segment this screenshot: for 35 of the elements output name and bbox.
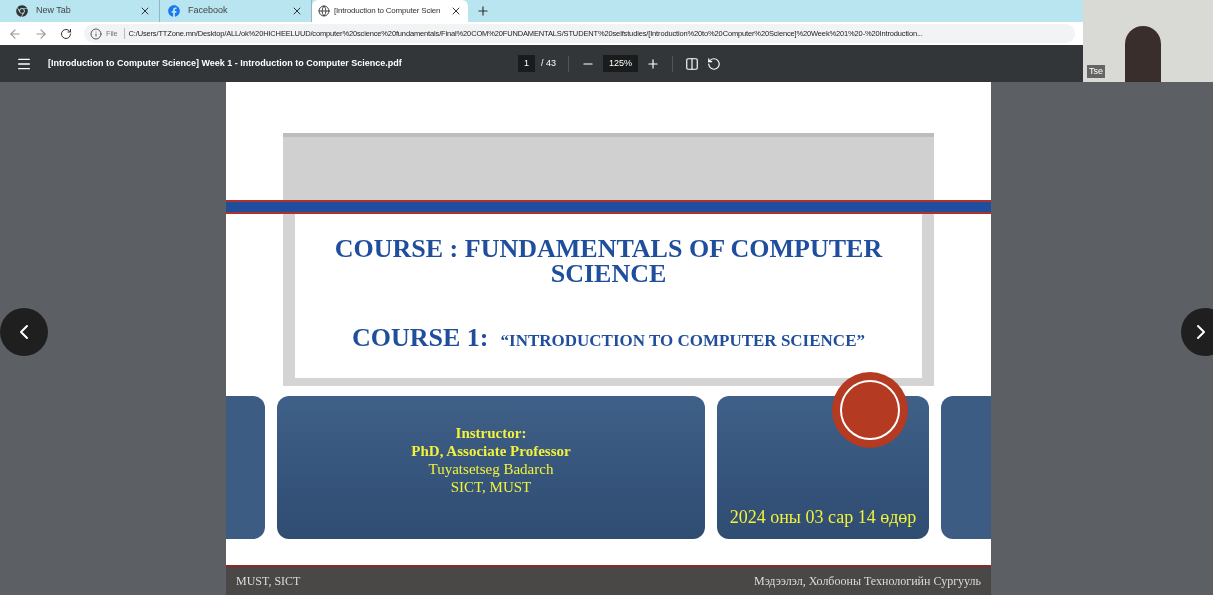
globe-icon (318, 5, 330, 17)
page-number-field[interactable]: 1 (518, 54, 535, 73)
new-tab-icon[interactable] (476, 4, 490, 18)
instructor-line: Instructor: (455, 424, 527, 442)
instructor-line: PhD, Associate Professor (411, 442, 571, 460)
tab-title: Facebook (188, 4, 229, 18)
tab-title: [Introduction to Computer Scien (334, 5, 442, 17)
fit-page-icon[interactable] (685, 56, 700, 71)
zoom-in-icon[interactable] (646, 56, 661, 71)
rotate-icon[interactable] (707, 56, 722, 71)
browser-logo-icon (16, 5, 28, 17)
browser-tab[interactable]: [Introduction to Computer Scien (312, 0, 468, 22)
close-icon[interactable] (139, 5, 151, 17)
document-title: [Introduction to Computer Science] Week 1 - Introduction to Computer Science.pdf (48, 56, 403, 70)
close-icon[interactable] (450, 5, 462, 17)
tab-title: New Tab (36, 4, 72, 18)
instructor-line: SICT, MUST (450, 478, 532, 496)
slide-date: 2024 оны 03 сар 14 өдөр (729, 506, 917, 529)
page-total: / 43 (541, 56, 557, 70)
footer-left-text: MUST, SICT (236, 573, 301, 590)
info-icon (90, 27, 102, 40)
footer-right-text: Мэдээлэл, Холбооны Технологийн Сургууль (754, 573, 981, 590)
forward-icon[interactable] (34, 26, 48, 41)
back-icon[interactable] (8, 26, 22, 41)
course-label: COURSE 1: (352, 321, 489, 354)
participant-name: Tse (1087, 64, 1105, 78)
reload-icon[interactable] (60, 27, 72, 40)
address-field[interactable] (84, 24, 1075, 43)
previous-button[interactable] (0, 308, 48, 356)
facebook-logo-icon (168, 5, 180, 17)
zoom-field[interactable]: 125% (603, 54, 639, 73)
course-subtitle: “INTRODUCTION TO COMPUTER SCIENCE” (500, 329, 865, 352)
slide-title: COURSE : FUNDAMENTALS OF COMPUTER SCIENCE (333, 235, 884, 286)
close-icon[interactable] (291, 5, 303, 17)
instructor-line: Tuyatsetseg Badarch (428, 460, 554, 478)
